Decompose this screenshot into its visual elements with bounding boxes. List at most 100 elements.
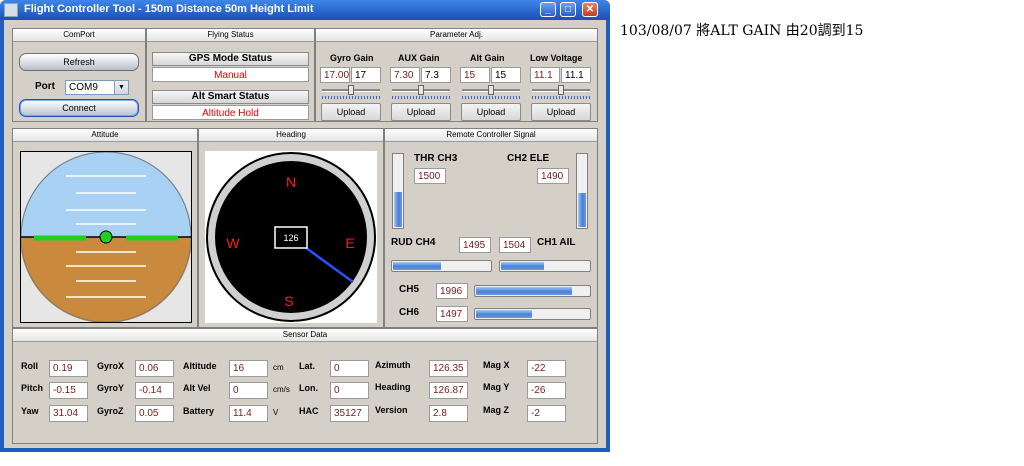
alt-vel-value: 0 bbox=[229, 382, 268, 399]
yaw-value: 31.04 bbox=[49, 405, 88, 422]
rc-signal-panel: Remote Controller Signal THR CH3 1500 CH… bbox=[384, 128, 598, 328]
ch5-value: 1996 bbox=[436, 283, 468, 299]
compass-south: S bbox=[284, 293, 293, 309]
gyroz-label: GyroZ bbox=[97, 406, 124, 416]
close-button[interactable]: ✕ bbox=[582, 2, 598, 17]
heading-panel: Heading 126 N S E W bbox=[198, 128, 384, 328]
roll-value: 0.19 bbox=[49, 360, 88, 377]
alt-smart-value: Altitude Hold bbox=[152, 105, 309, 120]
annotation-note: 103/08/07 將ALT GAIN 由20調到15 bbox=[620, 23, 864, 39]
low-voltage-slider[interactable] bbox=[532, 85, 590, 95]
rud-ch4-label: RUD CH4 bbox=[391, 237, 436, 248]
port-select[interactable]: COM9 ▼ bbox=[65, 80, 129, 95]
gyro-gain-label: Gyro Gain bbox=[330, 53, 374, 63]
heading-value: 126.87 bbox=[429, 382, 468, 399]
aux-gain-slider[interactable] bbox=[392, 85, 450, 95]
ch2-ele-value: 1490 bbox=[537, 168, 569, 184]
gyro-gain-upload-button[interactable]: Upload bbox=[321, 103, 381, 121]
mag-x-value: -22 bbox=[527, 360, 566, 377]
low-voltage-current: 11.1 bbox=[530, 67, 560, 83]
pitch-label: Pitch bbox=[21, 383, 44, 393]
aux-gain-current: 7.30 bbox=[390, 67, 420, 83]
battery-value: 11.4 bbox=[229, 405, 268, 422]
refresh-button[interactable]: Refresh bbox=[19, 53, 139, 71]
slider-thumb[interactable] bbox=[558, 85, 564, 95]
altitude-unit: cm bbox=[273, 363, 284, 372]
ch5-label: CH5 bbox=[399, 284, 420, 295]
gyroz-value: 0.05 bbox=[135, 405, 174, 422]
alt-gain-upload-button[interactable]: Upload bbox=[461, 103, 521, 121]
compass-east: E bbox=[345, 235, 354, 251]
heading-value-label: Heading bbox=[375, 382, 411, 392]
attitude-indicator bbox=[20, 151, 192, 323]
rud-ch4-bar bbox=[391, 260, 492, 272]
mag-x-label: Mag X bbox=[483, 360, 510, 370]
window-title: Flight Controller Tool - 150m Distance 5… bbox=[24, 3, 314, 15]
slider-thumb[interactable] bbox=[488, 85, 494, 95]
low-voltage-input[interactable]: 11.1 bbox=[561, 67, 591, 83]
thr-ch3-label: THR CH3 bbox=[414, 153, 458, 164]
app-icon bbox=[4, 3, 18, 17]
gps-mode-value: Manual bbox=[152, 67, 309, 82]
alt-vel-unit: cm/s bbox=[273, 385, 290, 394]
low-voltage-upload-button[interactable]: Upload bbox=[531, 103, 591, 121]
alt-gain-current: 15 bbox=[460, 67, 490, 83]
client-area: ComPort Refresh Port COM9 ▼ Connect Flyi… bbox=[4, 20, 606, 448]
gps-mode-label: GPS Mode Status bbox=[152, 52, 309, 66]
low-voltage-label: Low Voltage bbox=[530, 53, 583, 63]
slider-ticks bbox=[322, 96, 380, 99]
alt-gain-slider[interactable] bbox=[462, 85, 520, 95]
flying-status-title: Flying Status bbox=[147, 29, 314, 42]
title-bar[interactable]: Flight Controller Tool - 150m Distance 5… bbox=[0, 0, 610, 20]
aux-gain-input[interactable]: 7.3 bbox=[421, 67, 451, 83]
hac-value: 35127 bbox=[330, 405, 369, 422]
sensor-data-title: Sensor Data bbox=[13, 329, 597, 342]
azimuth-label: Azimuth bbox=[375, 360, 411, 370]
altitude-value: 16 bbox=[229, 360, 268, 377]
compass-north: N bbox=[286, 174, 296, 190]
mag-z-label: Mag Z bbox=[483, 405, 509, 415]
lat-label: Lat. bbox=[299, 361, 316, 371]
mag-y-label: Mag Y bbox=[483, 382, 510, 392]
heading-title: Heading bbox=[199, 129, 383, 142]
attitude-panel: Attitude bbox=[12, 128, 198, 328]
azimuth-value: 126.35 bbox=[429, 360, 468, 377]
connect-button[interactable]: Connect bbox=[19, 99, 139, 117]
alt-gain-label: Alt Gain bbox=[470, 53, 505, 63]
gyro-gain-slider[interactable] bbox=[322, 85, 380, 95]
ch6-bar bbox=[474, 308, 591, 320]
slider-thumb[interactable] bbox=[418, 85, 424, 95]
gyrox-label: GyroX bbox=[97, 361, 125, 371]
ch5-bar bbox=[474, 285, 591, 297]
roll-label: Roll bbox=[21, 361, 38, 371]
heading-readout: 126 bbox=[283, 233, 298, 243]
gyro-gain-current: 17.00 bbox=[320, 67, 350, 83]
attitude-title: Attitude bbox=[13, 129, 197, 142]
ch6-value: 1497 bbox=[436, 306, 468, 322]
port-value: COM9 bbox=[69, 82, 98, 93]
slider-ticks bbox=[532, 96, 590, 99]
lon-label: Lon. bbox=[299, 383, 318, 393]
pitch-value: -0.15 bbox=[49, 382, 88, 399]
chevron-down-icon[interactable]: ▼ bbox=[114, 81, 128, 94]
sensor-data-panel: Sensor Data Roll 0.19 Pitch -0.15 Yaw 31… bbox=[12, 328, 598, 444]
thr-ch3-bar bbox=[392, 153, 404, 229]
alt-gain-input[interactable]: 15 bbox=[491, 67, 521, 83]
aux-gain-upload-button[interactable]: Upload bbox=[391, 103, 451, 121]
parameter-title: Parameter Adj. bbox=[316, 29, 597, 42]
ch6-label: CH6 bbox=[399, 307, 420, 318]
slider-ticks bbox=[462, 96, 520, 99]
flying-status-panel: Flying Status GPS Mode Status Manual Alt… bbox=[146, 28, 315, 122]
hac-label: HAC bbox=[299, 406, 319, 416]
alt-vel-label: Alt Vel bbox=[183, 383, 211, 393]
maximize-button[interactable]: □ bbox=[560, 2, 576, 17]
ch1-ail-label: CH1 AIL bbox=[537, 237, 576, 248]
heading-indicator: 126 N S E W bbox=[205, 151, 377, 323]
ch1-ail-value: 1504 bbox=[499, 237, 531, 253]
slider-ticks bbox=[392, 96, 450, 99]
gyrox-value: 0.06 bbox=[135, 360, 174, 377]
slider-thumb[interactable] bbox=[348, 85, 354, 95]
parameter-panel: Parameter Adj. Gyro Gain 17.00 17 Upload… bbox=[315, 28, 598, 122]
minimize-button[interactable]: _ bbox=[540, 2, 556, 17]
gyro-gain-input[interactable]: 17 bbox=[351, 67, 381, 83]
